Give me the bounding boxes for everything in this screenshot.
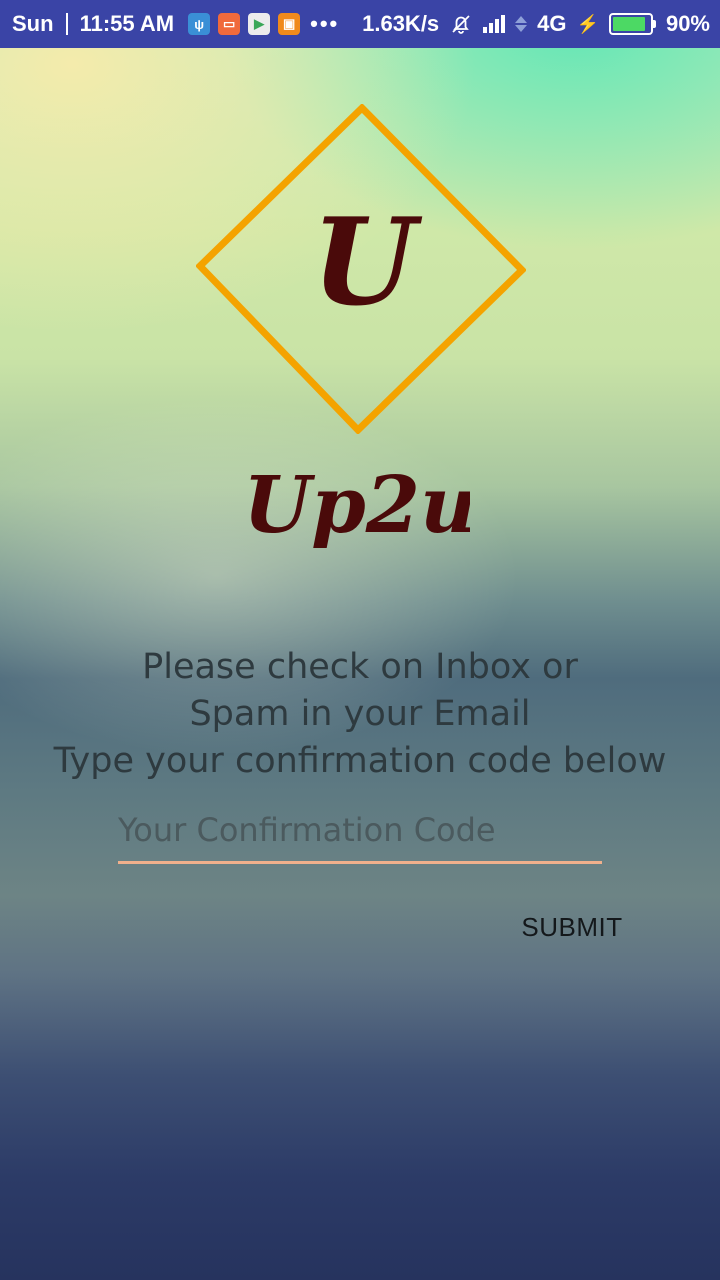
- bell-off-icon: [452, 15, 470, 34]
- charging-bolt-icon: ⚡: [576, 13, 599, 34]
- app-name: Up2u: [250, 460, 470, 551]
- more-notifications-icon: •••: [310, 11, 340, 36]
- play-store-icon: ▶: [248, 13, 271, 35]
- status-bar: Sun 11:55 AM ψ ▭ ▶ ▣ ••• 1.63K/s 4G ⚡ 90: [0, 0, 720, 48]
- status-left: Sun 11:55 AM ψ ▭ ▶ ▣ •••: [12, 11, 339, 37]
- net-speed: 1.63K/s: [362, 11, 440, 36]
- notification-icons: ψ ▭ ▶ ▣ •••: [188, 11, 339, 37]
- battery-icon: [608, 13, 656, 35]
- submit-button[interactable]: SUBMIT: [500, 900, 644, 954]
- instructions: Please check on Inbox or Spam in your Em…: [0, 644, 720, 785]
- mi-app-icon: ▭: [218, 13, 241, 35]
- status-day: Sun: [12, 11, 54, 36]
- instructions-line-1: Please check on Inbox or: [142, 647, 578, 687]
- instructions-line-2: Spam in your Email: [189, 694, 531, 734]
- usb-icon: ψ: [188, 13, 211, 35]
- instructions-line-3: Type your confirmation code below: [53, 741, 667, 781]
- data-activity-icon: [515, 16, 528, 32]
- status-right: 1.63K/s 4G ⚡ 90%: [362, 11, 710, 37]
- status-divider: [65, 13, 68, 35]
- battery-percent: 90%: [665, 11, 710, 36]
- app-wordmark: Up2u: [250, 460, 470, 551]
- network-type: 4G: [537, 11, 567, 36]
- logo-diamond: U: [196, 104, 526, 434]
- logo-monogram: U: [312, 192, 423, 333]
- battery-fill: [612, 17, 646, 31]
- app-store-icon: ▣: [278, 13, 301, 35]
- confirmation-code-input[interactable]: [118, 808, 602, 864]
- signal-icon: [483, 15, 506, 33]
- status-time: 11:55 AM: [79, 11, 175, 36]
